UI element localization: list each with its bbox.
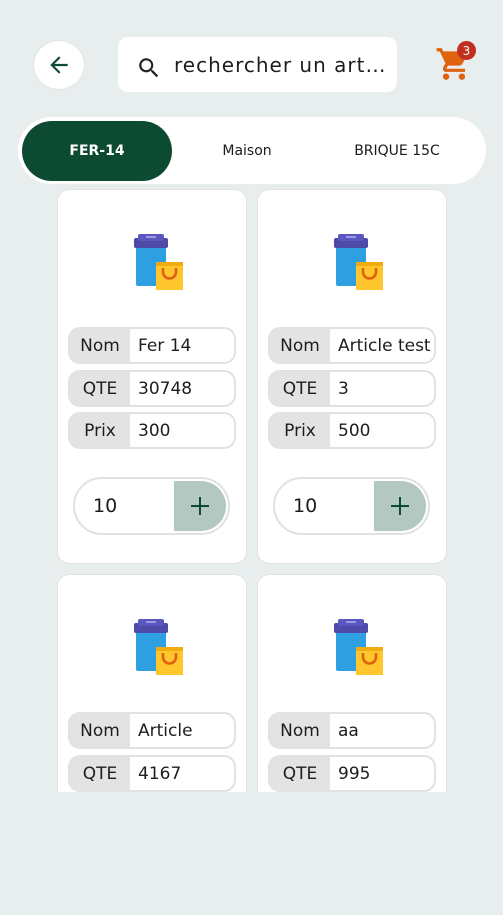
- product-grid: Nom Fer 14 QTE 30748 Prix 300 10 Nom Art…: [57, 189, 449, 792]
- qte-value: 995: [338, 763, 371, 784]
- cart-button[interactable]: 3: [435, 41, 479, 83]
- shopping-bag-icon: [134, 619, 183, 675]
- tab-maison[interactable]: Maison: [172, 121, 322, 181]
- qte-label: QTE: [270, 757, 330, 790]
- name-field: Nom Article test: [268, 327, 436, 364]
- quantity-input[interactable]: 10: [75, 495, 174, 517]
- price-value: 300: [138, 420, 171, 441]
- back-button[interactable]: [33, 40, 85, 90]
- add-to-cart-button[interactable]: [374, 481, 426, 531]
- name-label: Nom: [270, 329, 330, 362]
- name-field: Nom Article: [68, 712, 236, 749]
- name-field: Nom aa: [268, 712, 436, 749]
- qte-label: QTE: [270, 372, 330, 405]
- product-card: Nom Article QTE 4167: [57, 574, 247, 792]
- add-to-cart-button[interactable]: [174, 481, 226, 531]
- name-value: Article test: [338, 335, 431, 356]
- qte-value: 30748: [138, 378, 193, 399]
- price-field: Prix 500: [268, 412, 436, 449]
- price-label: Prix: [270, 414, 330, 447]
- shopping-bag-icon: [334, 234, 383, 290]
- shopping-bag-icon: [134, 234, 183, 290]
- qte-field: QTE 30748: [68, 370, 236, 407]
- plus-icon: [191, 497, 209, 515]
- name-label: Nom: [270, 714, 330, 747]
- price-field: Prix 300: [68, 412, 236, 449]
- search-bar[interactable]: rechercher un article: [118, 37, 397, 92]
- tab-brique-15c[interactable]: BRIQUE 15C: [322, 121, 472, 181]
- plus-icon: [391, 497, 409, 515]
- qte-field: QTE 995: [268, 755, 436, 792]
- name-label: Nom: [70, 714, 130, 747]
- product-card: Nom Article test QTE 3 Prix 500 10: [257, 189, 447, 564]
- qte-field: QTE 4167: [68, 755, 236, 792]
- name-value: Article: [138, 720, 193, 741]
- name-value: Fer 14: [138, 335, 192, 356]
- price-value: 500: [338, 420, 371, 441]
- product-card: Nom Fer 14 QTE 30748 Prix 300 10: [57, 189, 247, 564]
- shopping-bag-icon: [334, 619, 383, 675]
- search-icon: [139, 57, 159, 77]
- cart-count-badge: 3: [457, 41, 476, 60]
- quantity-stepper: 10: [273, 477, 430, 535]
- quantity-stepper: 10: [73, 477, 230, 535]
- price-label: Prix: [70, 414, 130, 447]
- name-field: Nom Fer 14: [68, 327, 236, 364]
- category-tabs: FER-14 Maison BRIQUE 15C: [18, 117, 486, 184]
- qte-label: QTE: [70, 372, 130, 405]
- qte-field: QTE 3: [268, 370, 436, 407]
- qte-value: 4167: [138, 763, 182, 784]
- tab-fer-14[interactable]: FER-14: [22, 120, 172, 181]
- name-value: aa: [338, 720, 359, 741]
- qte-value: 3: [338, 378, 349, 399]
- product-card: Nom aa QTE 995: [257, 574, 447, 792]
- quantity-input[interactable]: 10: [275, 495, 374, 517]
- search-input[interactable]: rechercher un article: [174, 53, 389, 77]
- qte-label: QTE: [70, 757, 130, 790]
- arrow-left-icon: [50, 56, 68, 74]
- name-label: Nom: [70, 329, 130, 362]
